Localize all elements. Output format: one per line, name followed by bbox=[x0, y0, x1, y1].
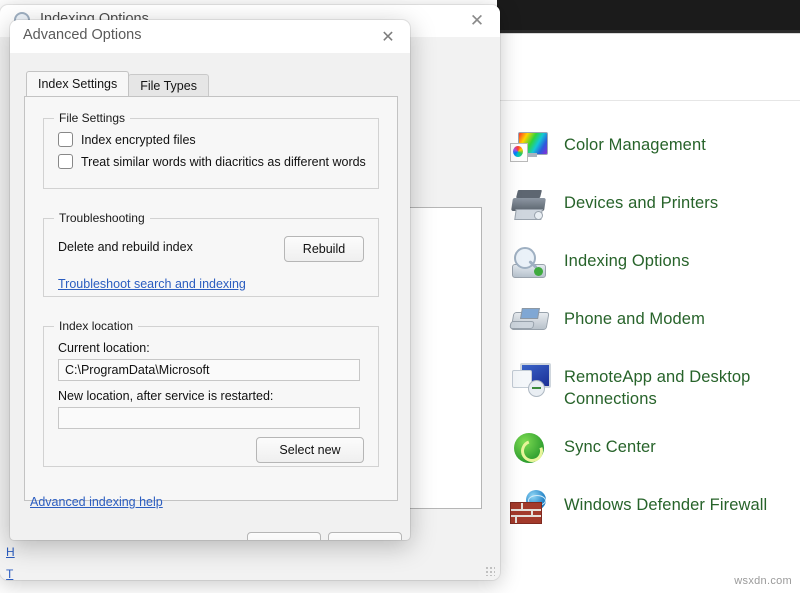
control-panel-item-label: Sync Center bbox=[564, 432, 656, 458]
control-panel-item-label: Color Management bbox=[564, 130, 706, 156]
troubleshooting-group: Troubleshooting Delete and rebuild index… bbox=[43, 211, 379, 297]
remote-desktop-icon bbox=[510, 362, 550, 398]
indexing-options-icon bbox=[510, 246, 550, 282]
resize-grip[interactable] bbox=[485, 566, 495, 576]
color-management-icon bbox=[510, 130, 550, 166]
control-panel-item-windows-defender-firewall[interactable]: Windows Defender Firewall bbox=[510, 490, 800, 526]
tab-page-index-settings: File Settings Index encrypted files Trea… bbox=[24, 96, 398, 501]
close-icon[interactable]: ✕ bbox=[366, 20, 410, 53]
checkbox-box[interactable] bbox=[58, 154, 73, 169]
advanced-indexing-help-link[interactable]: Advanced indexing help bbox=[30, 495, 163, 509]
checkbox-label: Treat similar words with diacritics as d… bbox=[81, 155, 366, 169]
checkbox-treat-diacritics-as-different[interactable]: Treat similar words with diacritics as d… bbox=[58, 154, 378, 169]
new-location-input[interactable] bbox=[58, 407, 360, 429]
content-divider-top bbox=[500, 33, 800, 34]
sync-icon bbox=[510, 432, 550, 468]
control-panel-item-label: RemoteApp and Desktop Connections bbox=[564, 362, 800, 410]
control-panel-item-label: Indexing Options bbox=[564, 246, 689, 272]
rebuild-row-label: Delete and rebuild index bbox=[58, 240, 193, 254]
rebuild-row: Delete and rebuild index Rebuild bbox=[44, 233, 378, 265]
background-window-titlebar-strip bbox=[497, 0, 800, 30]
control-panel-item-label: Devices and Printers bbox=[564, 188, 718, 214]
rebuild-button[interactable]: Rebuild bbox=[284, 236, 364, 262]
checkbox-index-encrypted-files[interactable]: Index encrypted files bbox=[58, 132, 378, 147]
dialog-title: Advanced Options bbox=[23, 27, 142, 43]
close-icon[interactable]: ✕ bbox=[454, 5, 500, 37]
ok-button[interactable]: OK bbox=[247, 532, 321, 540]
watermark: wsxdn.com bbox=[734, 575, 792, 587]
control-panel-item-remoteapp-and-desktop-connections[interactable]: RemoteApp and Desktop Connections bbox=[510, 362, 800, 410]
current-location-label: Current location: bbox=[58, 341, 150, 355]
current-location-value: C:\ProgramData\Microsoft bbox=[58, 359, 360, 381]
index-location-group: Index location Current location: C:\Prog… bbox=[43, 319, 379, 467]
tab-file-types[interactable]: File Types bbox=[128, 74, 209, 96]
control-panel-item-indexing-options[interactable]: Indexing Options bbox=[510, 246, 800, 282]
troubleshoot-search-and-indexing-link[interactable]: Troubleshoot search and indexing bbox=[58, 277, 246, 291]
control-panel-item-list: Color Management Devices and Printers In… bbox=[510, 130, 800, 550]
cancel-button[interactable]: Cancel bbox=[328, 532, 402, 540]
indexing-troubleshoot-link-fragment[interactable]: T bbox=[6, 567, 13, 580]
firewall-icon bbox=[510, 490, 550, 526]
printer-icon bbox=[510, 188, 550, 224]
new-location-label: New location, after service is restarted… bbox=[58, 389, 273, 403]
troubleshooting-legend: Troubleshooting bbox=[54, 211, 150, 225]
indexing-help-link-fragment[interactable]: H bbox=[6, 545, 15, 559]
dialog-tabstrip: Index Settings File Types bbox=[26, 72, 208, 96]
control-panel-item-color-management[interactable]: Color Management bbox=[510, 130, 800, 166]
file-settings-legend: File Settings bbox=[54, 111, 130, 125]
control-panel-item-sync-center[interactable]: Sync Center bbox=[510, 432, 800, 468]
desktop-background: Color Management Devices and Printers In… bbox=[0, 0, 800, 593]
select-new-button[interactable]: Select new bbox=[256, 437, 364, 463]
control-panel-item-label: Phone and Modem bbox=[564, 304, 705, 330]
control-panel-item-phone-and-modem[interactable]: Phone and Modem bbox=[510, 304, 800, 340]
modem-icon bbox=[510, 304, 550, 340]
content-divider-second bbox=[500, 100, 800, 101]
control-panel-item-devices-and-printers[interactable]: Devices and Printers bbox=[510, 188, 800, 224]
checkbox-box[interactable] bbox=[58, 132, 73, 147]
file-settings-group: File Settings Index encrypted files Trea… bbox=[43, 111, 379, 189]
control-panel-item-label: Windows Defender Firewall bbox=[564, 490, 767, 516]
index-location-legend: Index location bbox=[54, 319, 138, 333]
checkbox-label: Index encrypted files bbox=[81, 133, 196, 147]
advanced-options-titlebar: Advanced Options ✕ bbox=[10, 20, 410, 53]
advanced-options-dialog: Advanced Options ✕ Index Settings File T… bbox=[10, 20, 410, 540]
tab-index-settings[interactable]: Index Settings bbox=[26, 71, 129, 96]
